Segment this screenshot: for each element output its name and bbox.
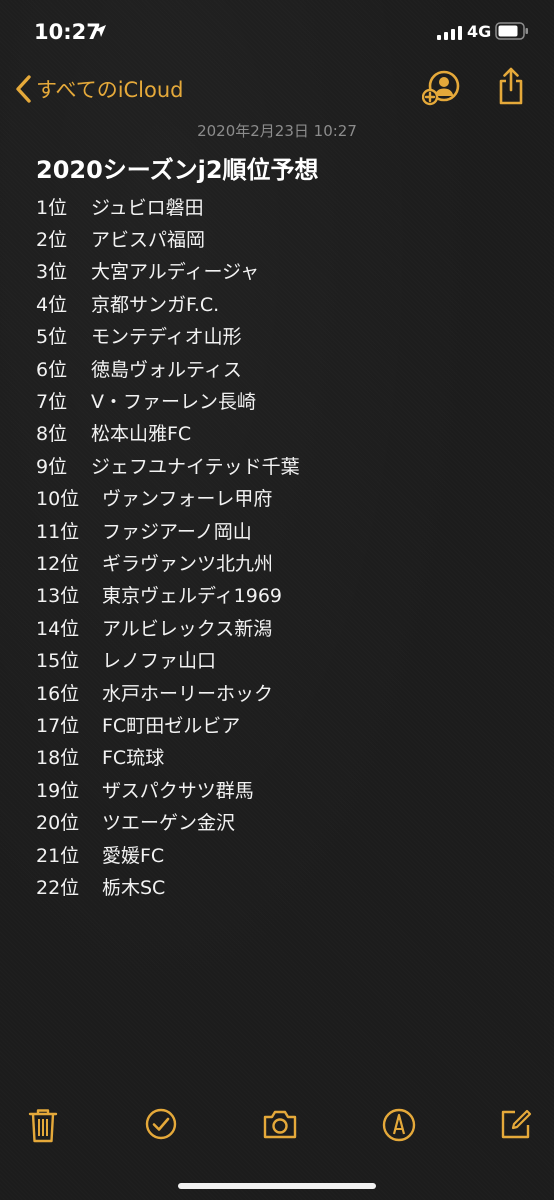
team-name: 栃木SC (102, 876, 166, 899)
team-name: 水戸ホーリーホック (102, 682, 274, 705)
cellular-signal-icon (437, 26, 462, 40)
rank-row: 20位 ツエーゲン金沢 (36, 805, 536, 837)
rank-position: 16位 (36, 682, 80, 705)
status-time: 10:27 (34, 20, 101, 44)
back-to-icloud-button[interactable]: すべてのiCloud (14, 72, 184, 106)
trash-icon[interactable] (28, 1108, 58, 1144)
team-name: 徳島ヴォルティス (91, 358, 242, 381)
rank-row: 21位 愛媛FC (36, 838, 536, 870)
status-bar: 10:27 4G (0, 0, 554, 60)
rank-position: 12位 (36, 552, 80, 575)
rank-position: 20位 (36, 812, 80, 835)
notes-app-screen: 10:27 4G すべてのiCloud 2020年2月23日 10:27 202… (0, 0, 554, 1200)
rank-position: 3位 (36, 261, 68, 284)
team-name: ギラヴァンツ北九州 (102, 552, 274, 575)
chevron-left-icon (16, 75, 31, 103)
rank-position: 18位 (36, 747, 80, 770)
rank-row: 6位 徳島ヴォルティス (36, 352, 536, 384)
team-name: FC町田ゼルビア (102, 714, 241, 737)
rank-row: 5位 モンテディオ山形 (36, 320, 536, 352)
team-name: 松本山雅FC (91, 423, 192, 446)
team-name: 愛媛FC (102, 844, 165, 867)
rank-row: 1位 ジュビロ磐田 (36, 190, 536, 222)
rank-position: 11位 (36, 520, 80, 543)
rank-row: 17位 FC町田ゼルビア (36, 708, 536, 740)
rank-position: 4位 (36, 293, 68, 316)
team-name: ジュビロ磐田 (91, 196, 204, 219)
team-name: ツエーゲン金沢 (102, 812, 236, 835)
rank-row: 22位 栃木SC (36, 870, 536, 902)
rank-row: 13位 東京ヴェルディ1969 (36, 579, 536, 611)
rank-row: 14位 アルビレックス新潟 (36, 611, 536, 643)
battery-icon (495, 22, 528, 40)
team-name: アビスパ福岡 (91, 229, 206, 252)
rank-row: 4位 京都サンガF.C. (36, 287, 536, 319)
rank-row: 19位 ザスパクサツ群馬 (36, 773, 536, 805)
team-name: 京都サンガF.C. (91, 293, 220, 316)
rank-row: 8位 松本山雅FC (36, 417, 536, 449)
note-body[interactable]: 2020シーズンj2順位予想 1位 ジュビロ磐田 2位 アビスパ福岡 3位 大宮アルデ… (36, 152, 536, 903)
rank-position: 5位 (36, 326, 68, 349)
team-name: ジェフユナイテッド千葉 (91, 455, 300, 478)
location-arrow-icon (94, 25, 106, 37)
rank-position: 13位 (36, 585, 80, 608)
rank-position: 19位 (36, 779, 80, 802)
back-label: すべてのiCloud (36, 78, 184, 102)
rank-position: 7位 (36, 391, 68, 414)
rank-row: 18位 FC琉球 (36, 741, 536, 773)
note-timestamp: 2020年2月23日 10:27 (197, 122, 357, 140)
rank-position: 9位 (36, 455, 68, 478)
rank-row: 9位 ジェフユナイテッド千葉 (36, 449, 536, 481)
rank-row: 16位 水戸ホーリーホック (36, 676, 536, 708)
team-name: ザスパクサツ群馬 (102, 779, 254, 802)
rank-position: 15位 (36, 650, 80, 673)
markup-pen-icon[interactable] (382, 1108, 416, 1142)
rank-position: 2位 (36, 229, 68, 252)
rank-position: 22位 (36, 876, 80, 899)
share-icon[interactable] (496, 66, 526, 106)
rank-position: 8位 (36, 423, 68, 446)
checklist-icon[interactable] (145, 1108, 177, 1140)
rank-position: 10位 (36, 488, 80, 511)
team-name: 大宮アルディージャ (91, 261, 260, 284)
rank-position: 17位 (36, 714, 80, 737)
compose-icon[interactable] (500, 1108, 532, 1140)
team-name: ファジアーノ岡山 (102, 520, 252, 543)
rank-row: 15位 レノファ山口 (36, 643, 536, 675)
rank-position: 14位 (36, 617, 80, 640)
rank-position: 21位 (36, 844, 80, 867)
team-name: ヴァンフォーレ甲府 (102, 488, 273, 511)
rank-position: 6位 (36, 358, 68, 381)
note-title: 2020シーズンj2順位予想 (36, 156, 319, 184)
add-person-icon[interactable] (422, 70, 460, 106)
rank-row: 2位 アビスパ福岡 (36, 222, 536, 254)
network-type-label: 4G (467, 22, 492, 41)
rank-position: 1位 (36, 196, 68, 219)
camera-icon[interactable] (262, 1108, 298, 1140)
rank-row: 10位 ヴァンフォーレ甲府 (36, 482, 536, 514)
team-name: アルビレックス新潟 (102, 617, 273, 640)
rank-row: 12位 ギラヴァンツ北九州 (36, 546, 536, 578)
rank-row: 3位 大宮アルディージャ (36, 255, 536, 287)
home-indicator[interactable] (178, 1183, 376, 1189)
team-name: FC琉球 (102, 747, 165, 770)
rank-row: 11位 ファジアーノ岡山 (36, 514, 536, 546)
team-name: レノファ山口 (102, 650, 217, 673)
team-name: V・ファーレン長崎 (91, 391, 256, 414)
rank-row: 7位 V・ファーレン長崎 (36, 384, 536, 416)
team-name: モンテディオ山形 (91, 326, 242, 349)
bottom-toolbar (0, 1100, 554, 1152)
team-name: 東京ヴェルディ1969 (102, 585, 283, 608)
rank-list: 1位 ジュビロ磐田 2位 アビスパ福岡 3位 大宮アルディージャ 4位 京都サンガF.C… (36, 190, 536, 903)
